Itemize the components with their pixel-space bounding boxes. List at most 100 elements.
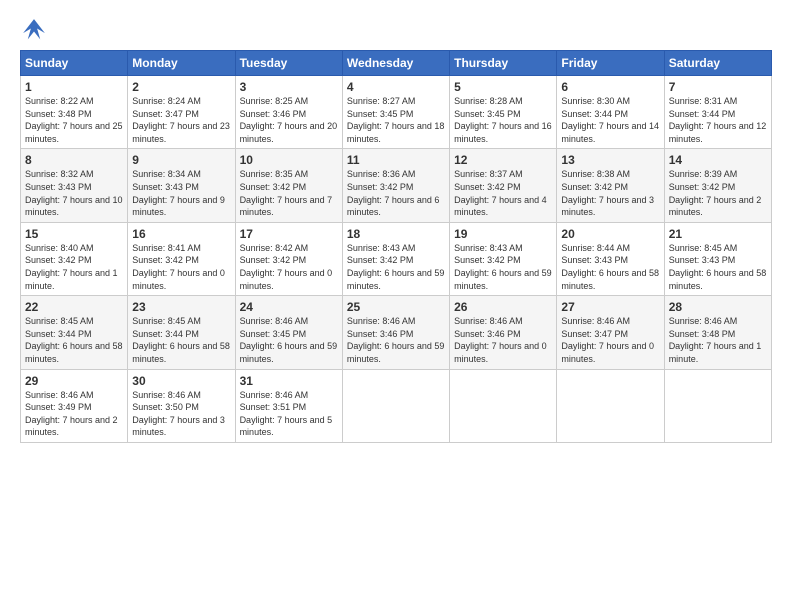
day-detail: Sunrise: 8:24 AMSunset: 3:47 PMDaylight:… [132, 95, 230, 145]
day-detail: Sunrise: 8:41 AMSunset: 3:42 PMDaylight:… [132, 242, 230, 292]
table-row: 31 Sunrise: 8:46 AMSunset: 3:51 PMDaylig… [235, 369, 342, 442]
day-detail: Sunrise: 8:42 AMSunset: 3:42 PMDaylight:… [240, 242, 338, 292]
day-detail: Sunrise: 8:46 AMSunset: 3:48 PMDaylight:… [669, 315, 767, 365]
day-number: 25 [347, 300, 445, 314]
table-row: 30 Sunrise: 8:46 AMSunset: 3:50 PMDaylig… [128, 369, 235, 442]
table-row: 10 Sunrise: 8:35 AMSunset: 3:42 PMDaylig… [235, 149, 342, 222]
table-row: 18 Sunrise: 8:43 AMSunset: 3:42 PMDaylig… [342, 222, 449, 295]
table-row: 6 Sunrise: 8:30 AMSunset: 3:44 PMDayligh… [557, 76, 664, 149]
day-number: 1 [25, 80, 123, 94]
table-row: 23 Sunrise: 8:45 AMSunset: 3:44 PMDaylig… [128, 296, 235, 369]
day-detail: Sunrise: 8:36 AMSunset: 3:42 PMDaylight:… [347, 168, 445, 218]
day-number: 4 [347, 80, 445, 94]
day-detail: Sunrise: 8:43 AMSunset: 3:42 PMDaylight:… [347, 242, 445, 292]
week-row-2: 8 Sunrise: 8:32 AMSunset: 3:43 PMDayligh… [21, 149, 772, 222]
day-number: 11 [347, 153, 445, 167]
table-row: 5 Sunrise: 8:28 AMSunset: 3:45 PMDayligh… [450, 76, 557, 149]
table-row: 8 Sunrise: 8:32 AMSunset: 3:43 PMDayligh… [21, 149, 128, 222]
day-number: 9 [132, 153, 230, 167]
day-detail: Sunrise: 8:45 AMSunset: 3:44 PMDaylight:… [25, 315, 123, 365]
day-detail: Sunrise: 8:28 AMSunset: 3:45 PMDaylight:… [454, 95, 552, 145]
table-row: 26 Sunrise: 8:46 AMSunset: 3:46 PMDaylig… [450, 296, 557, 369]
table-row [557, 369, 664, 442]
week-row-5: 29 Sunrise: 8:46 AMSunset: 3:49 PMDaylig… [21, 369, 772, 442]
table-row: 29 Sunrise: 8:46 AMSunset: 3:49 PMDaylig… [21, 369, 128, 442]
table-row [450, 369, 557, 442]
table-row: 27 Sunrise: 8:46 AMSunset: 3:47 PMDaylig… [557, 296, 664, 369]
logo [20, 16, 52, 44]
day-detail: Sunrise: 8:35 AMSunset: 3:42 PMDaylight:… [240, 168, 338, 218]
col-thursday: Thursday [450, 51, 557, 76]
table-row: 4 Sunrise: 8:27 AMSunset: 3:45 PMDayligh… [342, 76, 449, 149]
table-row: 15 Sunrise: 8:40 AMSunset: 3:42 PMDaylig… [21, 222, 128, 295]
day-number: 28 [669, 300, 767, 314]
day-number: 16 [132, 227, 230, 241]
day-number: 23 [132, 300, 230, 314]
day-number: 2 [132, 80, 230, 94]
day-number: 29 [25, 374, 123, 388]
table-row [342, 369, 449, 442]
day-detail: Sunrise: 8:27 AMSunset: 3:45 PMDaylight:… [347, 95, 445, 145]
day-number: 31 [240, 374, 338, 388]
day-number: 12 [454, 153, 552, 167]
col-friday: Friday [557, 51, 664, 76]
day-detail: Sunrise: 8:43 AMSunset: 3:42 PMDaylight:… [454, 242, 552, 292]
day-number: 5 [454, 80, 552, 94]
day-number: 19 [454, 227, 552, 241]
header [20, 16, 772, 44]
table-row: 11 Sunrise: 8:36 AMSunset: 3:42 PMDaylig… [342, 149, 449, 222]
day-detail: Sunrise: 8:25 AMSunset: 3:46 PMDaylight:… [240, 95, 338, 145]
table-row: 14 Sunrise: 8:39 AMSunset: 3:42 PMDaylig… [664, 149, 771, 222]
day-detail: Sunrise: 8:31 AMSunset: 3:44 PMDaylight:… [669, 95, 767, 145]
day-detail: Sunrise: 8:34 AMSunset: 3:43 PMDaylight:… [132, 168, 230, 218]
table-row: 25 Sunrise: 8:46 AMSunset: 3:46 PMDaylig… [342, 296, 449, 369]
table-row: 13 Sunrise: 8:38 AMSunset: 3:42 PMDaylig… [557, 149, 664, 222]
table-row: 2 Sunrise: 8:24 AMSunset: 3:47 PMDayligh… [128, 76, 235, 149]
day-detail: Sunrise: 8:45 AMSunset: 3:43 PMDaylight:… [669, 242, 767, 292]
logo-icon [20, 16, 48, 44]
day-detail: Sunrise: 8:22 AMSunset: 3:48 PMDaylight:… [25, 95, 123, 145]
col-sunday: Sunday [21, 51, 128, 76]
day-number: 18 [347, 227, 445, 241]
day-detail: Sunrise: 8:39 AMSunset: 3:42 PMDaylight:… [669, 168, 767, 218]
day-number: 24 [240, 300, 338, 314]
day-number: 26 [454, 300, 552, 314]
day-number: 15 [25, 227, 123, 241]
day-number: 30 [132, 374, 230, 388]
day-number: 13 [561, 153, 659, 167]
day-number: 3 [240, 80, 338, 94]
page: Sunday Monday Tuesday Wednesday Thursday… [0, 0, 792, 612]
week-row-1: 1 Sunrise: 8:22 AMSunset: 3:48 PMDayligh… [21, 76, 772, 149]
table-row: 22 Sunrise: 8:45 AMSunset: 3:44 PMDaylig… [21, 296, 128, 369]
calendar: Sunday Monday Tuesday Wednesday Thursday… [20, 50, 772, 443]
day-number: 27 [561, 300, 659, 314]
day-detail: Sunrise: 8:46 AMSunset: 3:49 PMDaylight:… [25, 389, 123, 439]
day-number: 20 [561, 227, 659, 241]
day-number: 6 [561, 80, 659, 94]
day-detail: Sunrise: 8:46 AMSunset: 3:46 PMDaylight:… [347, 315, 445, 365]
day-detail: Sunrise: 8:44 AMSunset: 3:43 PMDaylight:… [561, 242, 659, 292]
table-row: 12 Sunrise: 8:37 AMSunset: 3:42 PMDaylig… [450, 149, 557, 222]
table-row: 17 Sunrise: 8:42 AMSunset: 3:42 PMDaylig… [235, 222, 342, 295]
table-row: 3 Sunrise: 8:25 AMSunset: 3:46 PMDayligh… [235, 76, 342, 149]
table-row: 1 Sunrise: 8:22 AMSunset: 3:48 PMDayligh… [21, 76, 128, 149]
table-row [664, 369, 771, 442]
day-number: 7 [669, 80, 767, 94]
calendar-header-row: Sunday Monday Tuesday Wednesday Thursday… [21, 51, 772, 76]
table-row: 9 Sunrise: 8:34 AMSunset: 3:43 PMDayligh… [128, 149, 235, 222]
table-row: 20 Sunrise: 8:44 AMSunset: 3:43 PMDaylig… [557, 222, 664, 295]
day-detail: Sunrise: 8:37 AMSunset: 3:42 PMDaylight:… [454, 168, 552, 218]
col-saturday: Saturday [664, 51, 771, 76]
day-detail: Sunrise: 8:46 AMSunset: 3:51 PMDaylight:… [240, 389, 338, 439]
day-number: 10 [240, 153, 338, 167]
day-detail: Sunrise: 8:46 AMSunset: 3:46 PMDaylight:… [454, 315, 552, 365]
table-row: 28 Sunrise: 8:46 AMSunset: 3:48 PMDaylig… [664, 296, 771, 369]
table-row: 21 Sunrise: 8:45 AMSunset: 3:43 PMDaylig… [664, 222, 771, 295]
day-number: 14 [669, 153, 767, 167]
table-row: 16 Sunrise: 8:41 AMSunset: 3:42 PMDaylig… [128, 222, 235, 295]
day-number: 8 [25, 153, 123, 167]
day-detail: Sunrise: 8:32 AMSunset: 3:43 PMDaylight:… [25, 168, 123, 218]
day-detail: Sunrise: 8:46 AMSunset: 3:45 PMDaylight:… [240, 315, 338, 365]
col-monday: Monday [128, 51, 235, 76]
day-detail: Sunrise: 8:46 AMSunset: 3:47 PMDaylight:… [561, 315, 659, 365]
